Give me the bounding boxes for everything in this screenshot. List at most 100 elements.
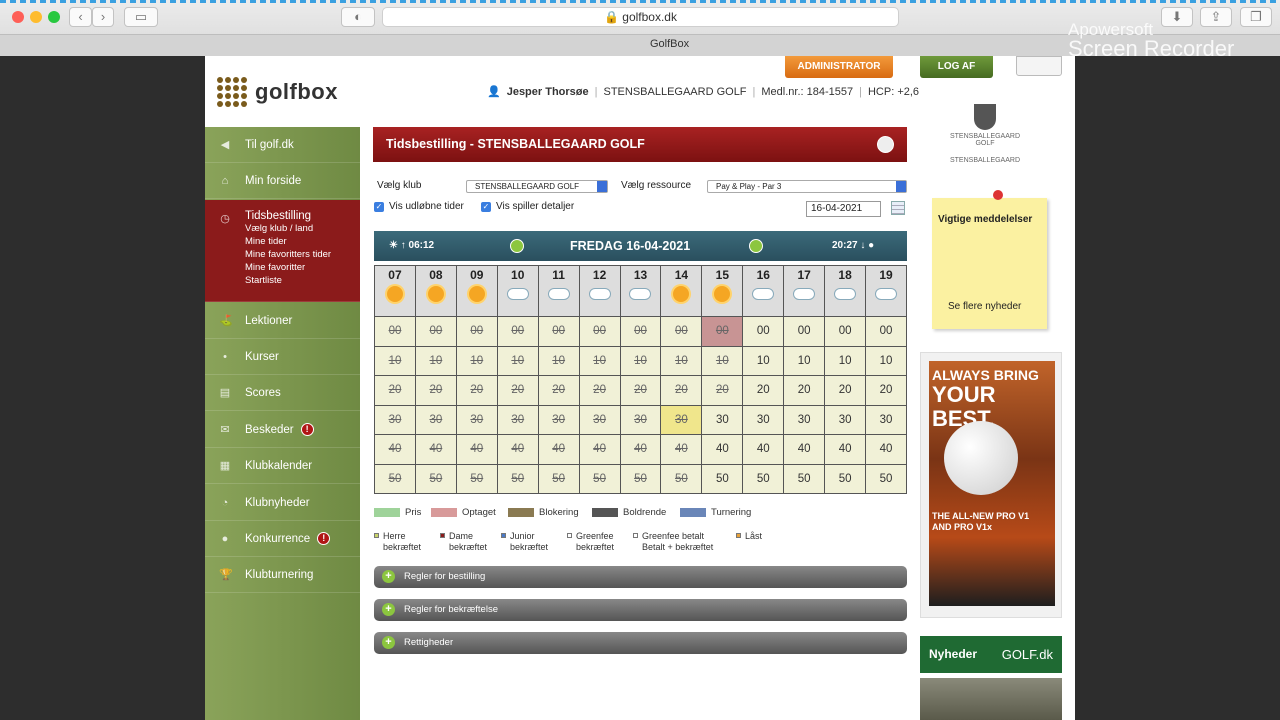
tee-time-slot[interactable]: 00 [660, 316, 703, 347]
tee-time-slot[interactable]: 50 [619, 463, 662, 494]
sidebar-item-min-forside[interactable]: ⌂ Min forside [205, 163, 360, 199]
sidebar-item-kurser[interactable]: • Kurser [205, 339, 360, 375]
sidebar-item-beskeder[interactable]: ✉ Beskeder! [205, 412, 360, 448]
tee-time-slot[interactable]: 20 [374, 375, 416, 406]
tee-time-slot[interactable]: 20 [865, 375, 907, 406]
tabs-overview-icon[interactable]: ❐ [1240, 7, 1272, 27]
rules-confirmation-accordion[interactable]: Regler for bekræftelse [374, 599, 907, 621]
tee-time-slot[interactable]: 40 [578, 434, 621, 465]
tee-time-slot[interactable]: 30 [537, 404, 580, 435]
tee-time-slot[interactable]: 50 [374, 463, 416, 494]
tee-time-slot[interactable]: 10 [414, 345, 457, 376]
tee-time-slot[interactable]: 40 [660, 434, 703, 465]
resource-select[interactable]: Pay & Play - Par 3 [707, 180, 907, 193]
tee-time-slot[interactable]: 30 [865, 404, 907, 435]
tee-time-slot[interactable]: 50 [496, 463, 539, 494]
tee-time-slot[interactable]: 20 [783, 375, 826, 406]
sidebar-sub-startliste[interactable]: Startliste [245, 274, 282, 287]
sidebar-item-klubkalender[interactable]: ▦ Klubkalender [205, 448, 360, 484]
tee-time-slot[interactable]: 20 [619, 375, 662, 406]
tee-time-slot[interactable]: 10 [742, 345, 785, 376]
tee-time-slot[interactable]: 10 [783, 345, 826, 376]
rules-booking-accordion[interactable]: Regler for bestilling [374, 566, 907, 588]
tee-time-slot[interactable]: 10 [865, 345, 907, 376]
news-header[interactable]: Nyheder GOLF.dk [920, 636, 1062, 673]
more-news-link[interactable]: Se flere nyheder [948, 301, 1021, 312]
sidebar-sub-mine-tider[interactable]: Mine tider [245, 235, 287, 248]
sidebar-item-klubnyheder[interactable]: ◔ Klubnyheder [205, 485, 360, 521]
tee-time-slot[interactable]: 30 [742, 404, 785, 435]
rights-accordion[interactable]: Rettigheder [374, 632, 907, 654]
tee-time-slot[interactable]: 10 [374, 345, 416, 376]
tee-time-slot[interactable]: 00 [619, 316, 662, 347]
show-details-checkbox[interactable]: ✓ Vis spiller detaljer [481, 201, 574, 212]
sidebar-sub-mine-favoritter[interactable]: Mine favoritter [245, 261, 305, 274]
tee-time-slot[interactable]: 00 [537, 316, 580, 347]
tee-time-slot[interactable]: 30 [578, 404, 621, 435]
tee-time-slot[interactable]: 20 [414, 375, 457, 406]
tee-time-slot[interactable]: 30 [374, 404, 416, 435]
tee-time-slot[interactable]: 50 [537, 463, 580, 494]
tee-time-slot[interactable]: 50 [660, 463, 703, 494]
tee-time-slot[interactable]: 00 [865, 316, 907, 347]
tee-time-slot[interactable]: 20 [578, 375, 621, 406]
tee-time-slot[interactable]: 30 [414, 404, 457, 435]
tee-time-slot[interactable]: 00 [374, 316, 416, 347]
sidebar-item-til-golf[interactable]: ◀ Til golf.dk [205, 127, 360, 163]
tee-time-slot[interactable]: 30 [701, 404, 744, 435]
tee-time-slot[interactable]: 50 [783, 463, 826, 494]
tee-time-slot[interactable]: 10 [537, 345, 580, 376]
tee-time-slot[interactable]: 10 [619, 345, 662, 376]
tee-time-slot[interactable]: 40 [374, 434, 416, 465]
sidebar-sub-favoritters-tider[interactable]: Mine favoritters tider [245, 248, 331, 261]
tee-time-slot[interactable]: 30 [496, 404, 539, 435]
tee-time-slot[interactable]: 50 [865, 463, 907, 494]
tee-time-slot[interactable]: 30 [660, 404, 703, 435]
tee-time-slot[interactable]: 20 [660, 375, 703, 406]
previous-day-button[interactable] [510, 239, 524, 253]
sidebar-item-tidsbestilling[interactable]: ◷ Tidsbestilling Vælg klub / land Mine ti… [205, 200, 360, 302]
tee-time-slot[interactable]: 20 [496, 375, 539, 406]
tee-time-slot[interactable]: 20 [824, 375, 867, 406]
tee-time-slot[interactable]: 30 [783, 404, 826, 435]
tee-time-slot[interactable]: 50 [578, 463, 621, 494]
tee-time-slot[interactable]: 50 [824, 463, 867, 494]
tee-time-slot[interactable]: 10 [824, 345, 867, 376]
tee-time-slot[interactable]: 10 [660, 345, 703, 376]
tee-time-slot[interactable]: 10 [455, 345, 498, 376]
golfbox-logo[interactable]: golfbox [217, 77, 338, 107]
zoom-window-button[interactable] [48, 11, 60, 23]
news-image[interactable] [920, 678, 1062, 720]
tee-time-slot[interactable]: 00 [742, 316, 785, 347]
sidebar-item-scores[interactable]: ▤ Scores [205, 375, 360, 411]
tee-time-slot[interactable]: 40 [742, 434, 785, 465]
language-flag-dropdown[interactable] [1016, 56, 1062, 76]
logout-button[interactable]: LOG AF [920, 56, 993, 78]
calendar-icon[interactable] [891, 201, 905, 215]
privacy-shield-icon[interactable]: ◐ [341, 7, 375, 27]
close-window-button[interactable] [12, 11, 24, 23]
administrator-button[interactable]: ADMINISTRATOR [785, 56, 893, 78]
club-select[interactable]: STENSBALLEGAARD GOLF [466, 180, 608, 193]
tee-time-slot[interactable]: 00 [783, 316, 826, 347]
tee-time-slot[interactable]: 30 [455, 404, 498, 435]
show-expired-checkbox[interactable]: ✓ Vis udløbne tider [374, 201, 464, 212]
tee-time-slot[interactable]: 30 [619, 404, 662, 435]
club-logo[interactable]: STENSBALLEGAARD GOLF STENSBALLEGAARD [940, 104, 1030, 164]
tee-time-slot[interactable]: 30 [824, 404, 867, 435]
active-tab-title[interactable]: GolfBox [650, 38, 689, 50]
forward-button[interactable]: › [92, 7, 114, 27]
date-field[interactable]: 16-04-2021 [806, 201, 881, 217]
tee-time-slot[interactable]: 50 [455, 463, 498, 494]
tee-time-slot[interactable]: 40 [414, 434, 457, 465]
tee-time-slot[interactable]: 50 [701, 463, 744, 494]
tee-time-slot[interactable]: 10 [496, 345, 539, 376]
tee-time-slot[interactable]: 10 [701, 345, 744, 376]
sidebar-item-klubturnering[interactable]: 🏆 Klubturnering [205, 557, 360, 593]
tee-time-slot[interactable]: 50 [414, 463, 457, 494]
tee-time-slot[interactable]: 40 [701, 434, 744, 465]
advertisement[interactable]: ALWAYS BRING YOUR BEST. THE ALL-NEW PRO V1… [920, 352, 1062, 618]
tee-time-slot[interactable]: 00 [701, 316, 744, 347]
tee-time-slot[interactable]: 20 [537, 375, 580, 406]
tee-time-slot[interactable]: 40 [865, 434, 907, 465]
